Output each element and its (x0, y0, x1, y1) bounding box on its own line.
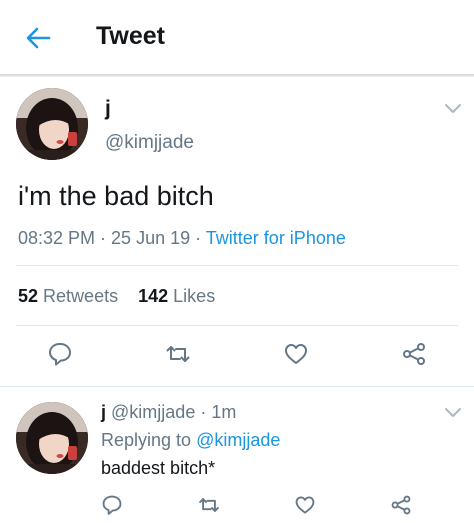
retweet-icon[interactable] (198, 494, 220, 516)
tweet-metadata: 08:32 PM · 25 Jun 19 · Twitter for iPhon… (18, 228, 346, 248)
reply-author-line: j @kimjjade · 1m (101, 402, 237, 422)
reply-icon[interactable] (47, 341, 73, 367)
avatar[interactable] (16, 88, 88, 160)
tweet-source-link[interactable]: Twitter for iPhone (206, 228, 346, 248)
author-handle[interactable]: @kimjjade (105, 132, 194, 154)
retweet-label: Retweets (43, 286, 119, 306)
replying-to-handle[interactable]: @kimjjade (196, 430, 280, 450)
tweet-time: 08:32 PM (18, 228, 96, 248)
chevron-down-icon[interactable] (444, 103, 462, 115)
share-icon[interactable] (401, 341, 427, 367)
reply-author-name[interactable]: j (101, 402, 106, 422)
engagement-stats: 52 Retweets 142 Likes (18, 286, 215, 307)
author-name[interactable]: j (105, 97, 111, 121)
reply-age: 1m (211, 402, 237, 422)
share-icon[interactable] (390, 494, 412, 516)
reply-avatar[interactable] (16, 402, 88, 474)
likes-stat[interactable]: 142 Likes (138, 286, 215, 306)
reply-author-handle[interactable]: @kimjjade (111, 402, 195, 422)
arrow-left-icon[interactable] (24, 24, 52, 52)
like-count: 142 (138, 286, 169, 306)
replying-to-line: Replying to @kimjjade (101, 430, 280, 451)
reply-text: baddest bitch* (101, 458, 216, 478)
app-header: Tweet (0, 0, 474, 74)
chevron-down-icon[interactable] (444, 407, 462, 419)
page-title: Tweet (96, 22, 165, 50)
like-icon[interactable] (283, 341, 309, 367)
like-label: Likes (173, 286, 216, 306)
replying-to-label: Replying to (101, 430, 192, 450)
divider (16, 265, 458, 266)
divider (16, 325, 458, 326)
retweet-count: 52 (18, 286, 39, 306)
header-divider (0, 74, 474, 77)
retweet-icon[interactable] (165, 341, 191, 367)
tweet-date: 25 Jun 19 (111, 228, 191, 248)
like-icon[interactable] (294, 494, 316, 516)
divider (0, 386, 474, 387)
retweets-stat[interactable]: 52 Retweets (18, 286, 118, 306)
tweet-text: i'm the bad bitch (18, 181, 214, 211)
reply-icon[interactable] (101, 494, 123, 516)
